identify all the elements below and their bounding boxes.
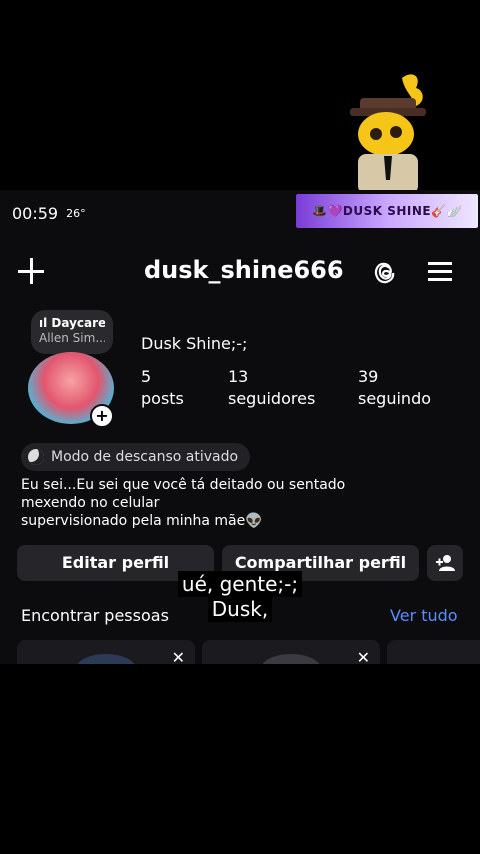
bio-line: supervisionado pela minha mãe👽 (21, 513, 263, 529)
status-temperature: 26° (66, 207, 86, 220)
plus-icon[interactable] (18, 258, 44, 284)
stat-following-label: seguindo (358, 389, 432, 408)
stat-posts-value: 5 (141, 367, 152, 386)
display-name: Dusk Shine;-; (141, 334, 248, 353)
video-caption-line: Dusk, (0, 596, 480, 622)
stat-posts-label: posts (141, 389, 184, 408)
stat-followers-value: 13 (228, 367, 249, 386)
rest-mode-label: Modo de descanso ativado (51, 449, 239, 465)
add-person-icon (436, 555, 455, 571)
stat-following[interactable]: 39 seguindo (358, 366, 431, 410)
music-note-bubble[interactable]: ıl Daycare Allen Sim... (31, 310, 113, 354)
stat-followers[interactable]: 13 seguidores (228, 366, 315, 410)
note-title: ıl Daycare (39, 316, 105, 330)
rest-mode-badge[interactable]: Modo de descanso ativado (21, 443, 251, 471)
add-story-icon[interactable]: + (90, 404, 114, 428)
video-caption-line: ué, gente;-; (0, 571, 480, 597)
username-title[interactable]: dusk_shine666 (144, 256, 344, 284)
chevron-down-icon[interactable]: ⌄ (332, 264, 344, 280)
moon-icon (28, 449, 44, 465)
status-time: 00:59 (12, 204, 59, 223)
stat-following-value: 39 (358, 367, 379, 386)
threads-icon[interactable] (372, 259, 398, 285)
profile-bio: Eu sei...Eu sei que você tá deitado ou s… (21, 476, 441, 530)
status-bar: 00:59 26° (12, 204, 86, 223)
name-banner: 🎩💜DUSK SHINE🎸🪽 (296, 194, 478, 228)
character-sticker (350, 74, 426, 194)
profile-top-bar: dusk_shine666 ⌄ (0, 248, 480, 298)
stat-followers-label: seguidores (228, 389, 316, 408)
note-subtitle: Allen Sim... (39, 331, 105, 345)
bio-line: mexendo no celular (21, 495, 160, 511)
menu-icon[interactable] (428, 260, 452, 282)
bio-line: Eu sei...Eu sei que você tá deitado ou s… (21, 477, 346, 493)
stat-posts[interactable]: 5 posts (141, 366, 184, 410)
avatar[interactable]: + (28, 352, 116, 428)
video-letterbox (0, 664, 480, 854)
